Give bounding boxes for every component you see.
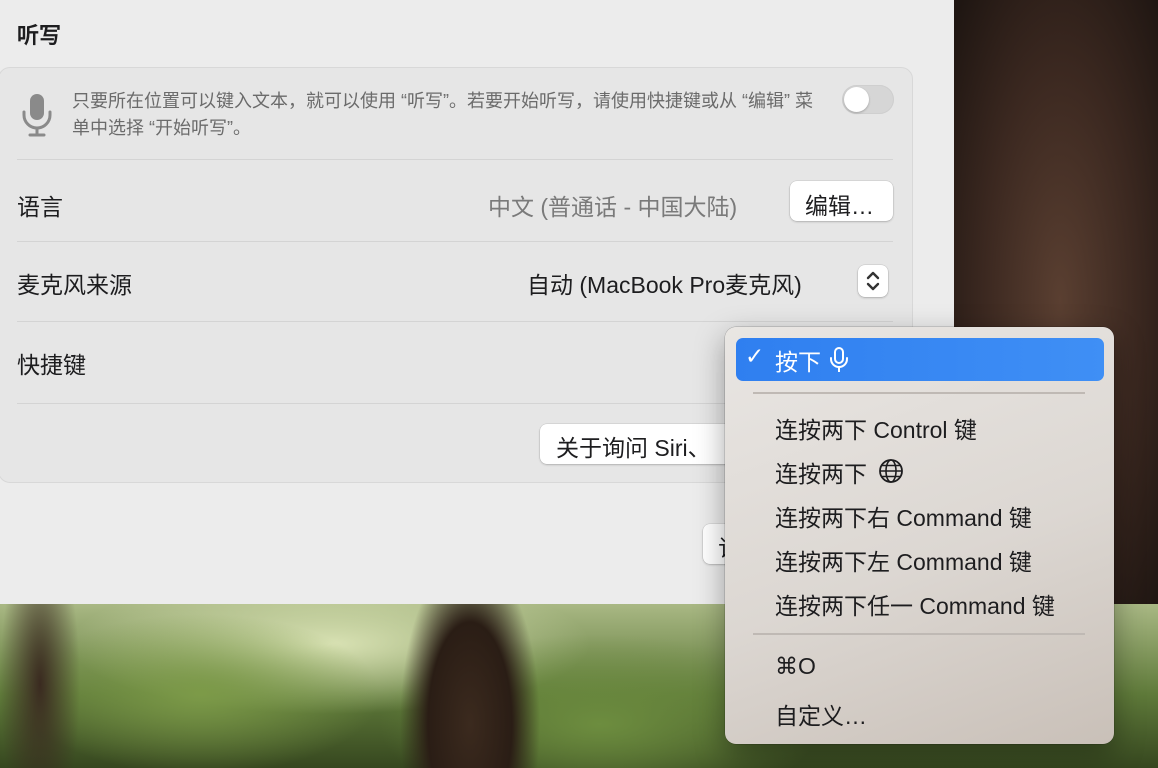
toggle-knob <box>844 87 869 112</box>
menu-item-double-control[interactable]: 连按两下 Control 键 <box>775 411 977 445</box>
section-title: 听写 <box>17 23 62 48</box>
shortcut-dropdown-menu: ✓ 按下 连按两下 Control 键 连按两下 连按两下右 Command 键… <box>725 327 1114 744</box>
menu-item-double-left-command[interactable]: 连按两下左 Command 键 <box>775 543 1032 577</box>
chevron-up-down-icon <box>866 271 880 291</box>
divider <box>17 159 893 160</box>
microphone-popup-stepper[interactable] <box>858 265 888 297</box>
menu-separator <box>753 633 1085 635</box>
dictation-description: 只要所在位置可以键入文本，就可以使用 “听写”。若要开始听写，请使用快捷键或从 … <box>72 91 813 138</box>
menu-item-double-globe[interactable]: 连按两下 <box>775 455 867 489</box>
divider <box>17 321 893 322</box>
dictation-toggle[interactable] <box>842 85 894 114</box>
language-label: 语言 <box>17 194 63 220</box>
language-value: 中文 (普通话 - 中国大陆) <box>488 194 738 220</box>
divider <box>17 241 893 242</box>
menu-item-custom[interactable]: 自定义… <box>775 697 867 731</box>
microphone-source-value[interactable]: 自动 (MacBook Pro麦克风) <box>527 266 802 300</box>
shortcut-label: 快捷键 <box>17 352 86 378</box>
menu-item-double-any-command[interactable]: 连按两下任一 Command 键 <box>775 587 1055 621</box>
menu-separator <box>753 392 1085 394</box>
menu-item-command-o[interactable]: ⌘O <box>775 653 816 680</box>
menu-item-label: 按下 <box>775 349 821 375</box>
menu-item-double-right-command[interactable]: 连按两下右 Command 键 <box>775 499 1032 533</box>
microphone-label: 麦克风来源 <box>17 272 132 298</box>
globe-icon <box>879 459 903 483</box>
mic-icon <box>830 347 848 372</box>
edit-language-button[interactable]: 编辑… <box>790 181 893 221</box>
microphone-icon <box>22 94 52 137</box>
checkmark-icon: ✓ <box>745 343 765 369</box>
